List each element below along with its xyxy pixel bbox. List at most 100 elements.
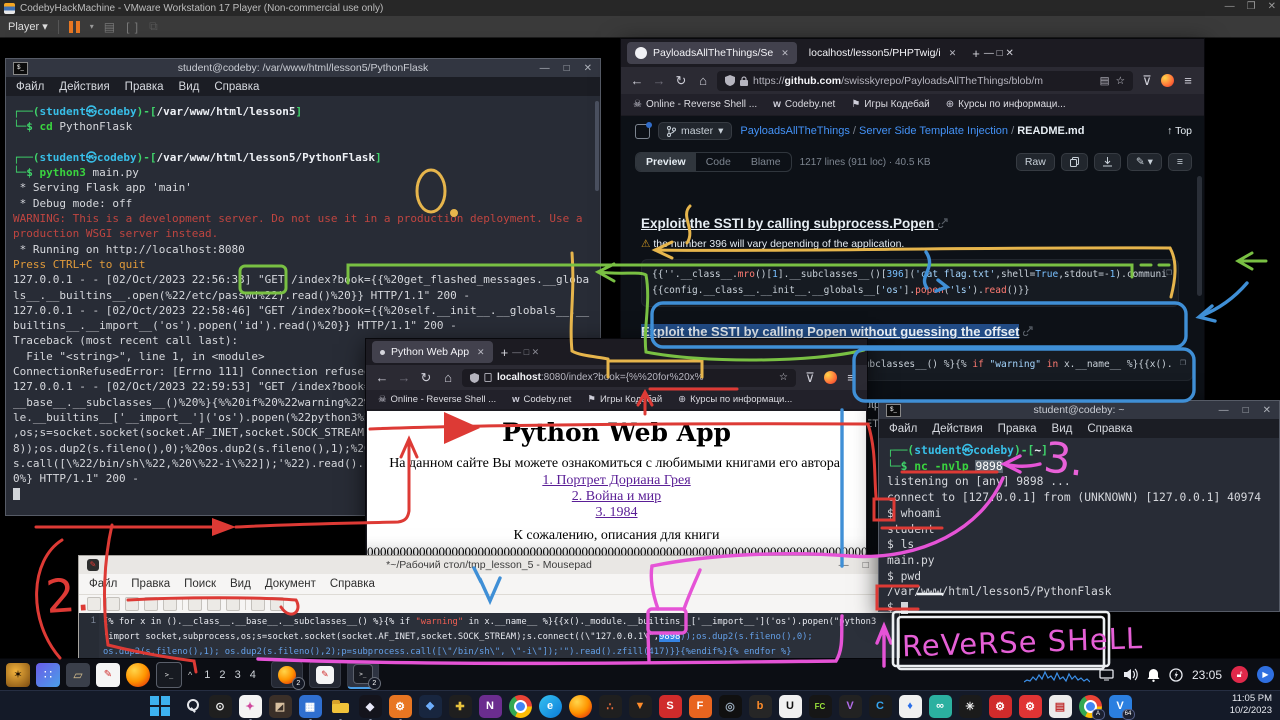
vm-close-button[interactable]: ✕ [1268,1,1276,12]
bookmark-star-icon[interactable]: ☆ [779,372,788,383]
top-link[interactable]: ↑ Top [1167,125,1192,137]
minimize-button[interactable]: — [839,560,849,571]
mousepad-window[interactable]: ✎ *~/Рабочий стол/tmp_lesson_5 - Mousepa… [78,555,900,659]
menu-item-Вид[interactable]: Вид [1052,423,1073,435]
forward-button[interactable]: → [651,73,667,88]
app-grid-icon[interactable]: ∷ [36,663,60,687]
vm64-app[interactable]: V64 [1109,695,1132,718]
menu-item-Файл[interactable]: Файл [89,578,117,590]
portrait-app[interactable]: ◩ [269,695,292,718]
bookmark-globe[interactable]: ⊕Курсы по информаци... [946,99,1066,110]
file-manager-icon[interactable]: ▱ [66,663,90,687]
speedtest-app[interactable]: ⊙ [209,695,232,718]
teal-app[interactable]: ∞ [929,695,952,718]
home-button[interactable]: ⌂ [695,73,711,88]
menu-item-Файл[interactable]: Файл [16,81,44,93]
firefox-account-icon[interactable] [824,371,837,384]
gear-red2-app[interactable]: ⚙ [1019,695,1042,718]
menu-item-Действия[interactable]: Действия [932,423,982,435]
sublime-app[interactable]: S [659,695,682,718]
vm-minimize-button[interactable]: — [1225,1,1235,12]
f-app[interactable]: F [689,695,712,718]
tab-blame[interactable]: Blame [741,153,791,171]
terminal-launcher-icon[interactable]: >_ [156,662,182,688]
workspace-switcher[interactable]: 1 2 3 4 [204,669,259,681]
breadcrumb-repo[interactable]: PayloadsAllTheThings [740,125,849,137]
anchor-link-icon[interactable] [1023,326,1033,336]
blender-app[interactable]: b [749,695,772,718]
book-link-2[interactable]: 2. Война и мир [572,489,661,504]
ctrl-alt-del-icon[interactable]: ▤ [104,20,116,34]
reload-button[interactable]: ↻ [418,370,434,386]
pocket-icon[interactable]: ⊽ [802,370,818,386]
chrome-a-app[interactable]: A [1079,695,1102,718]
menu-item-Поиск[interactable]: Поиск [184,578,216,590]
anchor-link-icon[interactable] [938,218,948,228]
clock[interactable]: 23:05 [1192,668,1222,682]
book-link-3[interactable]: 3. 1984 [596,505,638,520]
fc-app[interactable]: FC [809,695,832,718]
chrome-app[interactable] [509,695,532,718]
vmware-app[interactable]: ⚙ [389,695,412,718]
url-bar[interactable]: https://github.com/swisskyrepo/PayloadsA… [717,71,1133,91]
vm-maximize-button[interactable]: ❐ [1247,1,1256,12]
back-button[interactable]: ← [374,370,390,385]
onenote-app[interactable]: N [479,695,502,718]
windows-clock[interactable]: 11:05 PM 10/2/2023 [1230,693,1272,717]
terminal-titlebar[interactable]: $_ student@codeby: ~ — □ ✕ [879,401,1279,419]
close-button[interactable]: ✕ [584,63,592,74]
fullscreen-icon[interactable]: [ ] [126,20,139,34]
home-button[interactable]: ⌂ [440,370,456,385]
mousepad-launcher-icon[interactable]: ✎ [96,663,120,687]
cube-app[interactable]: ❖ [419,695,442,718]
menu-item-Правка[interactable]: Правка [125,81,164,93]
visual-studio-app[interactable]: V [839,695,862,718]
calendar-app[interactable]: ▦ [299,695,322,718]
taskbtn-firefox[interactable]: 2 [271,661,303,688]
maximize-button[interactable]: □ [1243,405,1249,416]
menu-item-Действия[interactable]: Действия [59,81,109,93]
minimize-button[interactable]: — [1219,405,1229,416]
branch-selector[interactable]: master ▾ [658,122,732,140]
firefox-app[interactable] [569,695,592,718]
maximize-button[interactable]: □ [564,63,570,74]
player-menu[interactable]: Player ▾ [8,20,48,33]
tab-code[interactable]: Code [696,153,741,171]
url-bar[interactable]: localhost:8080/index?book={%%20for%20x% … [462,369,796,387]
menu-item-Вид[interactable]: Вид [230,578,251,590]
maximize-button[interactable]: □ [863,560,869,571]
close-button[interactable]: ✕ [1005,48,1013,59]
maximize-button[interactable]: □ [997,48,1003,59]
arrows-app[interactable]: ✚ [449,695,472,718]
minimize-button[interactable]: — [540,63,550,74]
menu-item-Вид[interactable]: Вид [179,81,200,93]
tab-preview[interactable]: Preview [636,153,696,171]
outline-button[interactable]: ≡ [1168,153,1192,171]
lens-app[interactable]: ◎ [719,695,742,718]
bookmark-w[interactable]: wCodeby.net [512,394,571,405]
book-link-1[interactable]: 1. Портрет Дориана Грея [542,473,690,488]
bookmark-skull[interactable]: ☠Online - Reverse Shell ... [378,394,496,405]
menu-item-Справка[interactable]: Справка [330,578,375,590]
new-tab-button[interactable]: + [972,46,980,61]
pause-button[interactable] [69,21,80,33]
obsidian-app[interactable]: ◆ [359,695,382,718]
bookmark-flag[interactable]: ⚑Игры Кодебай [587,394,662,405]
close-button[interactable]: ✕ [532,347,540,357]
copy-code-icon[interactable]: ❐ [1166,265,1172,281]
bookmark-flag[interactable]: ⚑Игры Кодебай [851,99,929,110]
menu-icon[interactable]: ≡ [1180,73,1196,88]
raw-button[interactable]: Raw [1016,153,1055,171]
terminal-scrollbar[interactable] [595,101,599,191]
menu-item-Документ[interactable]: Документ [265,578,316,590]
dots-app[interactable]: ∴ [599,695,622,718]
display-icon[interactable] [1099,669,1114,681]
power-icon[interactable] [1169,668,1183,682]
menu-item-Правка[interactable]: Правка [998,423,1037,435]
terminal-titlebar[interactable]: $_ student@codeby: /var/www/html/lesson5… [6,59,600,77]
photos-app[interactable]: ✦ [239,695,262,718]
volume-icon[interactable] [1123,668,1138,681]
close-button[interactable]: ✕ [1263,405,1271,416]
vscode-app[interactable]: C [869,695,892,718]
unreal-app[interactable]: U [779,695,802,718]
